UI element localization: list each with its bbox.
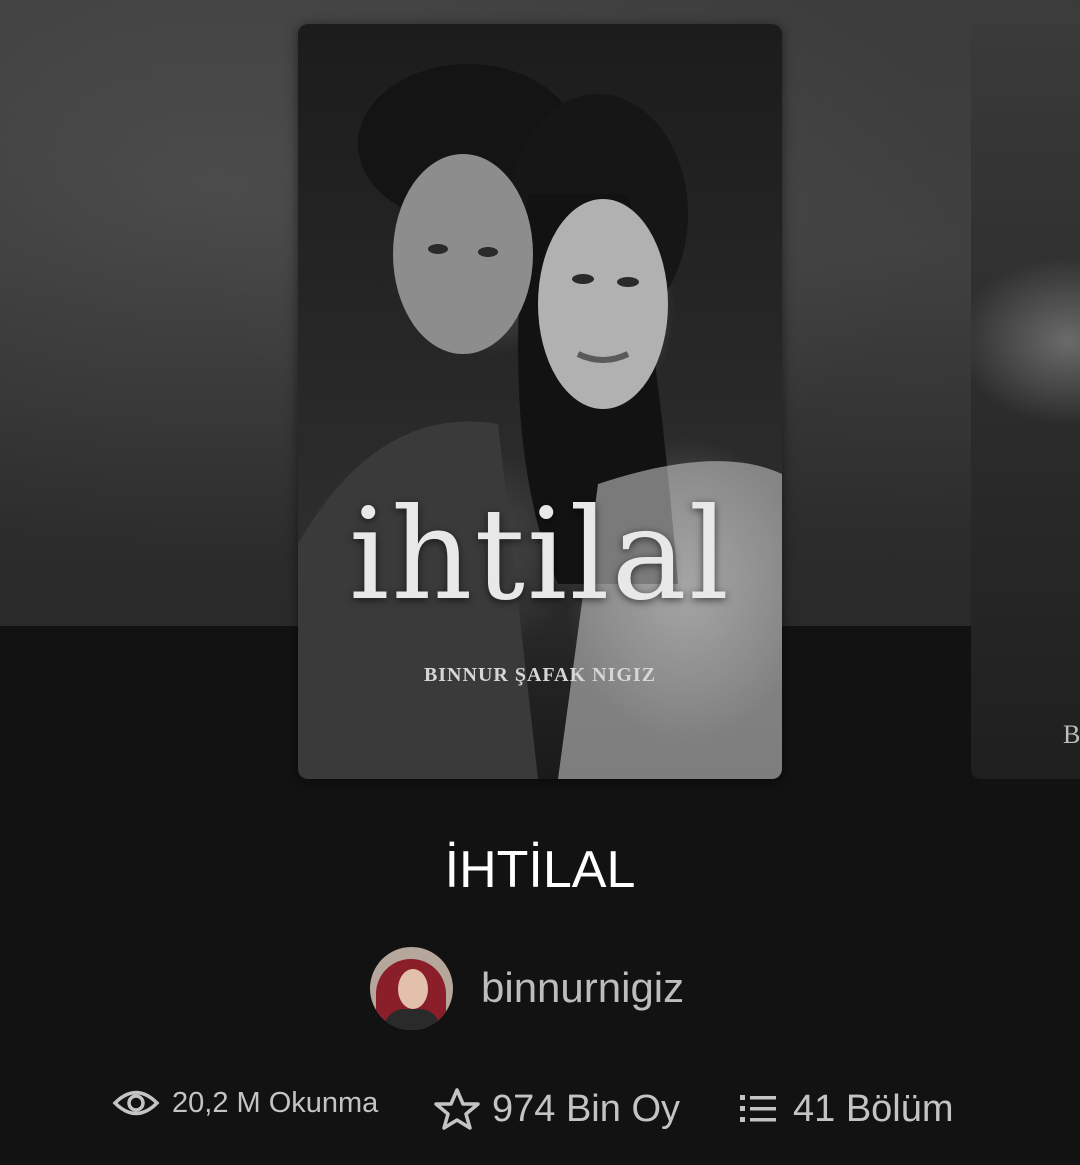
- parts-count: 41 Bölüm: [793, 1087, 954, 1130]
- cover-title-art: ihtilal: [348, 481, 732, 628]
- cover-author-art: BINNUR ŞAFAK NIGIZ: [423, 664, 657, 686]
- eye-icon: [112, 1090, 160, 1116]
- author-username[interactable]: binnurnigiz: [481, 964, 684, 1012]
- book-title: İHTİLAL: [444, 841, 636, 899]
- stat-votes: 974 Bin Oy: [434, 1084, 680, 1134]
- list-icon: [740, 1095, 776, 1122]
- book-cover-current[interactable]: ihtilal BINNUR ŞAFAK NIGIZ: [298, 24, 782, 779]
- author-link[interactable]: binnurnigiz: [370, 945, 684, 1031]
- book-stats: 20,2 M Okunma 974 Bin Oy 41 Bölüm: [0, 1078, 1080, 1138]
- stat-parts: 41 Bölüm: [739, 1084, 954, 1134]
- votes-count: 974 Bin Oy: [492, 1087, 680, 1130]
- author-avatar[interactable]: [370, 946, 453, 1030]
- star-icon: [434, 1088, 480, 1130]
- reads-count: 20,2 M Okunma: [172, 1086, 379, 1119]
- cover-next-text: B: [1063, 720, 1080, 749]
- stat-reads: 20,2 M Okunma: [112, 1078, 378, 1128]
- book-cover-next[interactable]: B: [971, 24, 1080, 779]
